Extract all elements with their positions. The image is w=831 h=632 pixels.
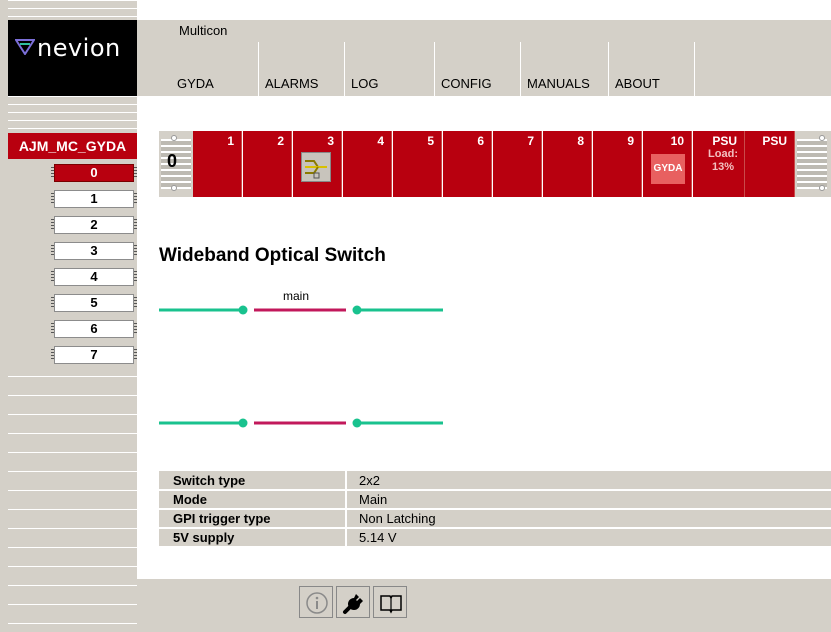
frame-rail-right bbox=[795, 131, 831, 197]
info-value: Non Latching bbox=[346, 509, 831, 529]
info-table: Switch type 2x2 Mode Main GPI trigger ty… bbox=[159, 471, 831, 548]
menu-gyda[interactable]: GYDA bbox=[171, 42, 259, 96]
slot-label: 10 bbox=[670, 134, 684, 148]
table-row: GPI trigger type Non Latching bbox=[159, 509, 831, 529]
info-label: 5V supply bbox=[159, 528, 347, 548]
main-path bbox=[159, 305, 443, 315]
psu-load: Load: 13% bbox=[708, 148, 738, 174]
psu-load-value: 13% bbox=[712, 161, 735, 173]
info-label: Mode bbox=[159, 490, 347, 510]
info-value: 2x2 bbox=[346, 471, 831, 491]
table-row: Switch type 2x2 bbox=[159, 471, 831, 491]
secondary-path bbox=[159, 418, 443, 428]
switch-diagram bbox=[159, 305, 443, 428]
slot-label: PSU bbox=[712, 134, 737, 148]
frame-item[interactable]: 5 bbox=[51, 294, 137, 312]
slot-label: 2 bbox=[277, 134, 284, 148]
frame-item[interactable]: 1 bbox=[51, 190, 137, 208]
slot-8[interactable]: 8 bbox=[543, 131, 592, 197]
frame-number: 0 bbox=[167, 151, 178, 171]
frame-rail-left: 0 bbox=[159, 131, 193, 197]
slot-10[interactable]: 10 GYDA bbox=[643, 131, 692, 197]
table-row: Mode Main bbox=[159, 490, 831, 510]
slot-label: 5 bbox=[427, 134, 434, 148]
decorative-stripes bbox=[8, 96, 137, 130]
frame-item[interactable]: 0 bbox=[51, 164, 137, 182]
slot-bar: 0 1 2 3 4 5 6 7 8 9 10 GYDA PSU Load: 13… bbox=[159, 131, 831, 197]
info-button[interactable] bbox=[299, 586, 333, 618]
brand-name: nevion bbox=[37, 34, 121, 62]
frame-item[interactable]: 7 bbox=[51, 346, 137, 364]
frame-item[interactable]: 6 bbox=[51, 320, 137, 338]
decorative-stripes bbox=[8, 0, 137, 20]
nevion-logo: nevion bbox=[8, 20, 137, 96]
slot-psu-1[interactable]: PSU Load: 13% bbox=[693, 131, 745, 197]
slot-label: 4 bbox=[377, 134, 384, 148]
menu-alarms[interactable]: ALARMS bbox=[259, 42, 345, 96]
slot-label: 1 bbox=[227, 134, 234, 148]
optical-switch-icon bbox=[301, 152, 331, 182]
slot-label: PSU bbox=[762, 134, 787, 148]
slot-2[interactable]: 2 bbox=[243, 131, 292, 197]
menu-manuals[interactable]: MANUALS bbox=[521, 42, 609, 96]
slot-label: 3 bbox=[327, 134, 334, 148]
menu-config[interactable]: CONFIG bbox=[435, 42, 521, 96]
book-icon bbox=[380, 595, 402, 614]
nevion-mark-icon bbox=[15, 39, 35, 55]
title-bar: Multicon bbox=[137, 20, 831, 42]
frame-item[interactable]: 2 bbox=[51, 216, 137, 234]
psu-load-label: Load: bbox=[708, 148, 738, 160]
slot-label: 7 bbox=[527, 134, 534, 148]
slot-3[interactable]: 3 bbox=[293, 131, 342, 197]
info-icon bbox=[306, 592, 328, 614]
bottom-toolbar bbox=[137, 579, 831, 632]
menu-log[interactable]: LOG bbox=[345, 42, 435, 96]
input-port-bottom bbox=[238, 418, 248, 428]
manual-button[interactable] bbox=[373, 586, 407, 618]
slot-7[interactable]: 7 bbox=[493, 131, 542, 197]
module-title: Wideband Optical Switch bbox=[159, 245, 386, 266]
app-title: Multicon bbox=[179, 23, 228, 38]
wrench-icon bbox=[343, 594, 363, 614]
slot-psu-2[interactable]: PSU bbox=[745, 131, 795, 197]
info-value: 5.14 V bbox=[346, 528, 831, 548]
device-name[interactable]: AJM_MC_GYDA bbox=[8, 133, 137, 159]
info-value: Main bbox=[346, 490, 831, 510]
slot-6[interactable]: 6 bbox=[443, 131, 492, 197]
info-label: Switch type bbox=[159, 471, 347, 491]
table-row: 5V supply 5.14 V bbox=[159, 528, 831, 548]
slot-9[interactable]: 9 bbox=[593, 131, 642, 197]
slot-4[interactable]: 4 bbox=[343, 131, 392, 197]
slot-label: 8 bbox=[577, 134, 584, 148]
sidebar: nevion AJM_MC_GYDA 0 1 2 3 4 5 6 7 bbox=[0, 0, 137, 632]
frame-item[interactable]: 3 bbox=[51, 242, 137, 260]
slot-5[interactable]: 5 bbox=[393, 131, 442, 197]
gyda-badge: GYDA bbox=[651, 154, 685, 184]
slot-label: 6 bbox=[477, 134, 484, 148]
decorative-stripes bbox=[8, 376, 137, 632]
input-port-top bbox=[238, 305, 248, 315]
frame-list: 0 1 2 3 4 5 6 7 bbox=[51, 164, 137, 372]
menu-about[interactable]: ABOUT bbox=[609, 42, 695, 96]
frame-item[interactable]: 4 bbox=[51, 268, 137, 286]
slot-1[interactable]: 1 bbox=[193, 131, 242, 197]
slot-label: 9 bbox=[627, 134, 634, 148]
main-menu: GYDA ALARMS LOG CONFIG MANUALS ABOUT bbox=[137, 42, 831, 96]
settings-button[interactable] bbox=[336, 586, 370, 618]
info-label: GPI trigger type bbox=[159, 509, 347, 529]
